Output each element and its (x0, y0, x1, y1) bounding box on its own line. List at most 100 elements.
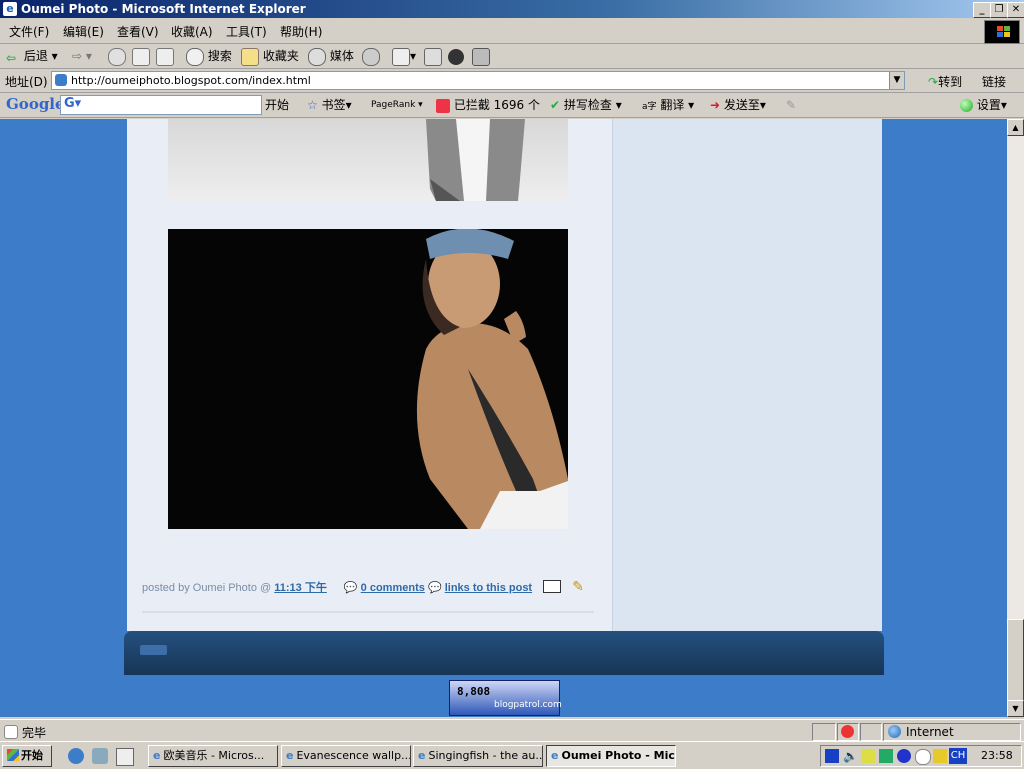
sidebar-column (612, 119, 882, 631)
google-start-button[interactable]: 开始 (265, 96, 289, 114)
favorites-button[interactable]: 收藏夹 (241, 47, 299, 66)
mail-button[interactable]: ▾ (392, 47, 416, 66)
close-button[interactable]: ✕ (1007, 2, 1024, 18)
popup-blocker[interactable]: 已拦截 1696 个 (436, 96, 540, 114)
translate-button[interactable]: a字 翻译 ▾ (642, 96, 694, 114)
web-content: posted by Oumei Photo @ 11:13 下午 💬 0 com… (0, 119, 1007, 717)
status-text: 完毕 (22, 726, 47, 740)
spellcheck-label: 拼写检查 (563, 98, 612, 112)
menu-view[interactable]: 查看(V) (117, 23, 159, 40)
media-button[interactable]: 媒体 (308, 47, 354, 66)
taskbar-item-2[interactable]: e Evanescence wallp... (281, 745, 411, 767)
google-logo[interactable]: Google (6, 95, 65, 113)
quicklaunch-desktop-icon[interactable] (116, 748, 134, 766)
home-button[interactable] (156, 47, 174, 66)
menu-edit[interactable]: 编辑(E) (63, 23, 104, 40)
forward-button[interactable]: ⇨ ▾ (72, 47, 92, 65)
window-title: Oumei Photo - Microsoft Internet Explore… (21, 2, 306, 16)
links-button[interactable]: 链接 (982, 73, 1006, 90)
stop-icon (108, 47, 126, 66)
links-to-post-link[interactable]: links to this post (445, 582, 532, 594)
scroll-down-icon[interactable]: ▼ (1007, 700, 1024, 717)
tray-chat-icon[interactable] (915, 749, 931, 765)
print-button[interactable] (424, 47, 442, 66)
menu-tools[interactable]: 工具(T) (226, 23, 267, 40)
comment-icon: 💬 (343, 582, 358, 594)
visitor-counter[interactable]: 8,808 blogpatrol.com (449, 680, 562, 716)
history-icon (362, 47, 380, 66)
quicklaunch-ie-icon[interactable] (68, 748, 84, 764)
translate-label: 翻译 (660, 98, 685, 112)
counter-site: blogpatrol.com (494, 700, 562, 710)
back-label: 后退 (23, 49, 48, 63)
tray-lock-icon[interactable] (933, 749, 947, 763)
menu-bar: 文件(F) 编辑(E) 查看(V) 收藏(A) 工具(T) 帮助(H) (0, 19, 1024, 44)
volume-icon[interactable]: 🔈 (843, 749, 858, 763)
quicklaunch-outlook-icon[interactable] (92, 748, 108, 764)
refresh-button[interactable] (132, 47, 150, 66)
menu-favorites[interactable]: 收藏(A) (171, 23, 213, 40)
go-button[interactable]: ↷转到 (928, 73, 962, 90)
popup-blocked-icon (436, 98, 450, 113)
address-dropdown-icon[interactable]: ▼ (889, 72, 904, 89)
footer-badge[interactable] (140, 645, 167, 655)
edit-post-icon[interactable]: ✎ (572, 578, 584, 594)
scroll-thumb[interactable] (1007, 619, 1024, 701)
tray-icon-5[interactable] (897, 749, 911, 763)
pagerank-indicator[interactable]: PageRank ▾ (371, 96, 423, 114)
bookmarks-button[interactable]: ☆ 书签▾ (307, 96, 352, 114)
email-post-icon[interactable] (543, 580, 562, 593)
edit-button[interactable] (472, 47, 490, 66)
start-button[interactable]: 开始 (2, 745, 52, 767)
address-bar: 地址(D) http://oumeiphoto.blogspot.com/ind… (0, 69, 1024, 93)
title-bar: e Oumei Photo - Microsoft Internet Explo… (0, 0, 1024, 18)
address-input[interactable]: http://oumeiphoto.blogspot.com/index.htm… (51, 71, 905, 90)
links-icon: 💬 (427, 582, 442, 594)
post-image-top[interactable] (168, 119, 568, 201)
sendto-icon: ➜ (710, 98, 721, 112)
minimize-button[interactable]: _ (973, 2, 991, 18)
tray-icon-4[interactable] (879, 749, 893, 763)
messenger-button[interactable] (448, 47, 464, 65)
url-text: http://oumeiphoto.blogspot.com/index.htm… (71, 74, 311, 87)
refresh-icon (132, 47, 150, 66)
taskbar-item-3[interactable]: e Singingfish - the au... (413, 745, 543, 767)
scroll-up-icon[interactable]: ▲ (1007, 119, 1024, 136)
favorites-icon (241, 47, 259, 66)
search-button[interactable]: 搜索 (186, 47, 232, 66)
spellcheck-button[interactable]: ✔ 拼写检查 ▾ (550, 96, 622, 114)
history-button[interactable] (362, 47, 380, 66)
blocked-label: 已拦截 1696 个 (453, 98, 540, 112)
post-time-link[interactable]: 11:13 下午 (274, 582, 327, 594)
edit-icon (472, 47, 490, 66)
taskbar-item-1[interactable]: e 欧美音乐 - Micros... (148, 745, 278, 767)
taskbar-item-4[interactable]: eOumei Photo - Micr... (546, 745, 676, 767)
standard-toolbar: ⇦ 后退 ▾ ⇨ ▾ 搜索 收藏夹 媒体 ▾ (0, 44, 1024, 69)
zone-panel: Internet (883, 723, 1021, 741)
back-arrow-icon: ⇦ (6, 50, 17, 65)
pagerank-label: PageRank (371, 100, 416, 110)
menu-help[interactable]: 帮助(H) (280, 23, 322, 40)
task-ie-icon: e (286, 749, 294, 762)
stop-button[interactable] (108, 47, 126, 66)
sendto-button[interactable]: ➜ 发送至▾ (710, 96, 766, 114)
system-tray: 🔈 CH 23:58 (820, 745, 1022, 767)
posted-by-text: posted by Oumei Photo @ (142, 582, 272, 594)
menu-file[interactable]: 文件(F) (9, 23, 49, 40)
settings-button[interactable]: 设置▾ (960, 96, 1007, 114)
globe-icon (888, 725, 901, 738)
search-label: 搜索 (207, 49, 232, 63)
highlight-icon[interactable]: ✎ (786, 96, 796, 114)
tray-player-icon[interactable] (825, 749, 839, 763)
lang-indicator[interactable]: CH (949, 748, 967, 764)
comments-link[interactable]: 0 comments (361, 582, 425, 594)
task-ie-icon: e (418, 749, 426, 762)
restore-button[interactable]: ❐ (990, 2, 1008, 18)
tray-icon-3[interactable] (861, 749, 875, 763)
vertical-scrollbar[interactable]: ▲ ▼ (1007, 119, 1024, 717)
google-search-input[interactable]: G▾ (60, 95, 262, 115)
back-button[interactable]: ⇦ 后退 ▾ (6, 47, 58, 65)
post-image-main[interactable] (168, 229, 568, 529)
google-g-icon: G▾ (64, 96, 82, 111)
star-icon: ☆ (307, 98, 318, 112)
